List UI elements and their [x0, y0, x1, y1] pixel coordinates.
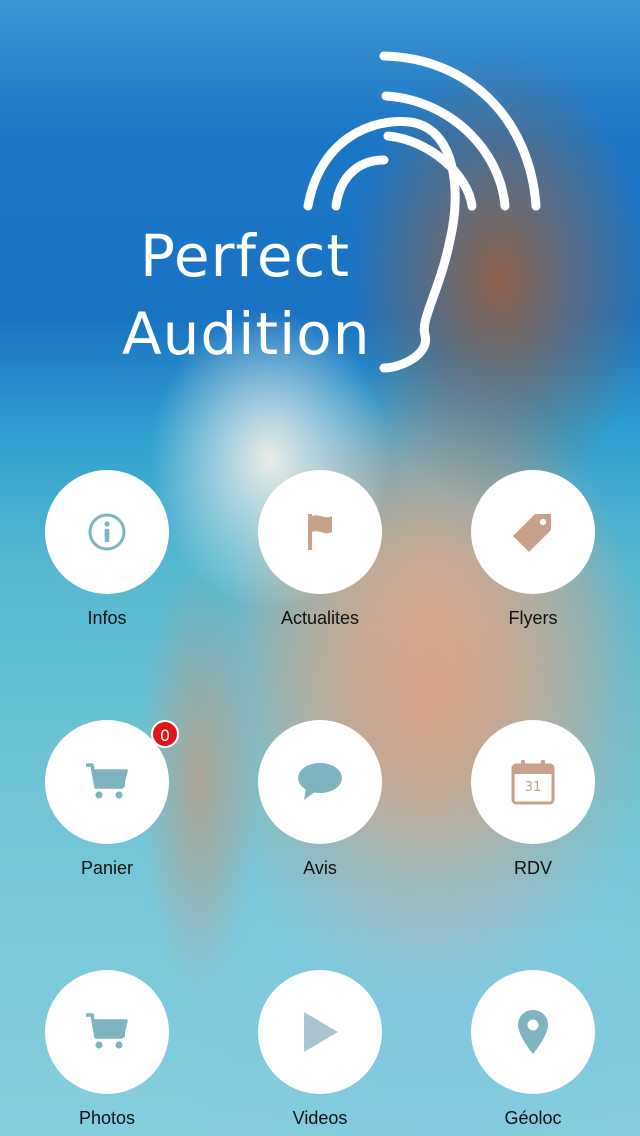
tile-photos[interactable]: Photos	[27, 970, 187, 1129]
tile-rdv[interactable]: 31 RDV	[453, 720, 613, 879]
tile-label-geoloc: Géoloc	[504, 1108, 562, 1128]
panier-button[interactable]: 0	[45, 720, 179, 844]
cart-count-badge: 0	[151, 720, 179, 748]
actualites-button[interactable]	[258, 470, 382, 594]
tile-label-rdv: RDV	[513, 858, 552, 878]
play-icon	[304, 1012, 338, 1052]
tag-icon	[513, 514, 551, 552]
tile-label-actualites: Actualites	[280, 608, 360, 628]
tile-actualites[interactable]: Actualites	[240, 470, 400, 629]
flag-icon	[308, 514, 332, 550]
speech-bubble-icon	[298, 763, 342, 800]
tile-label-videos: Videos	[292, 1108, 348, 1128]
tile-infos[interactable]: Infos	[27, 470, 187, 629]
infos-button[interactable]	[45, 470, 169, 594]
tile-avis[interactable]: Avis	[240, 720, 400, 879]
brand-name-line1: Perfect	[140, 222, 351, 290]
tile-geoloc[interactable]: Géoloc	[453, 970, 613, 1129]
brand-name-line2: Audition	[122, 300, 371, 368]
tile-label-infos: Infos	[87, 608, 127, 628]
tile-label-flyers: Flyers	[508, 608, 558, 628]
rdv-button[interactable]: 31	[471, 720, 595, 844]
tile-label-photos: Photos	[78, 1108, 136, 1128]
videos-button[interactable]	[258, 970, 382, 1094]
cart-icon	[86, 763, 128, 799]
calendar-day-number: 31	[524, 780, 542, 795]
tile-flyers[interactable]: Flyers	[453, 470, 613, 629]
tile-label-avis: Avis	[303, 858, 337, 878]
tile-videos[interactable]: Videos	[240, 970, 400, 1129]
avis-button[interactable]	[258, 720, 382, 844]
app-logo: Perfect Audition	[0, 0, 640, 380]
tile-panier[interactable]: 0 Panier	[27, 720, 187, 879]
photos-button[interactable]	[45, 970, 169, 1094]
info-icon	[88, 513, 126, 551]
map-pin-icon	[518, 1010, 548, 1054]
cart-icon	[86, 1013, 128, 1049]
tile-label-panier: Panier	[80, 858, 134, 878]
geoloc-button[interactable]	[471, 970, 595, 1094]
flyers-button[interactable]	[471, 470, 595, 594]
